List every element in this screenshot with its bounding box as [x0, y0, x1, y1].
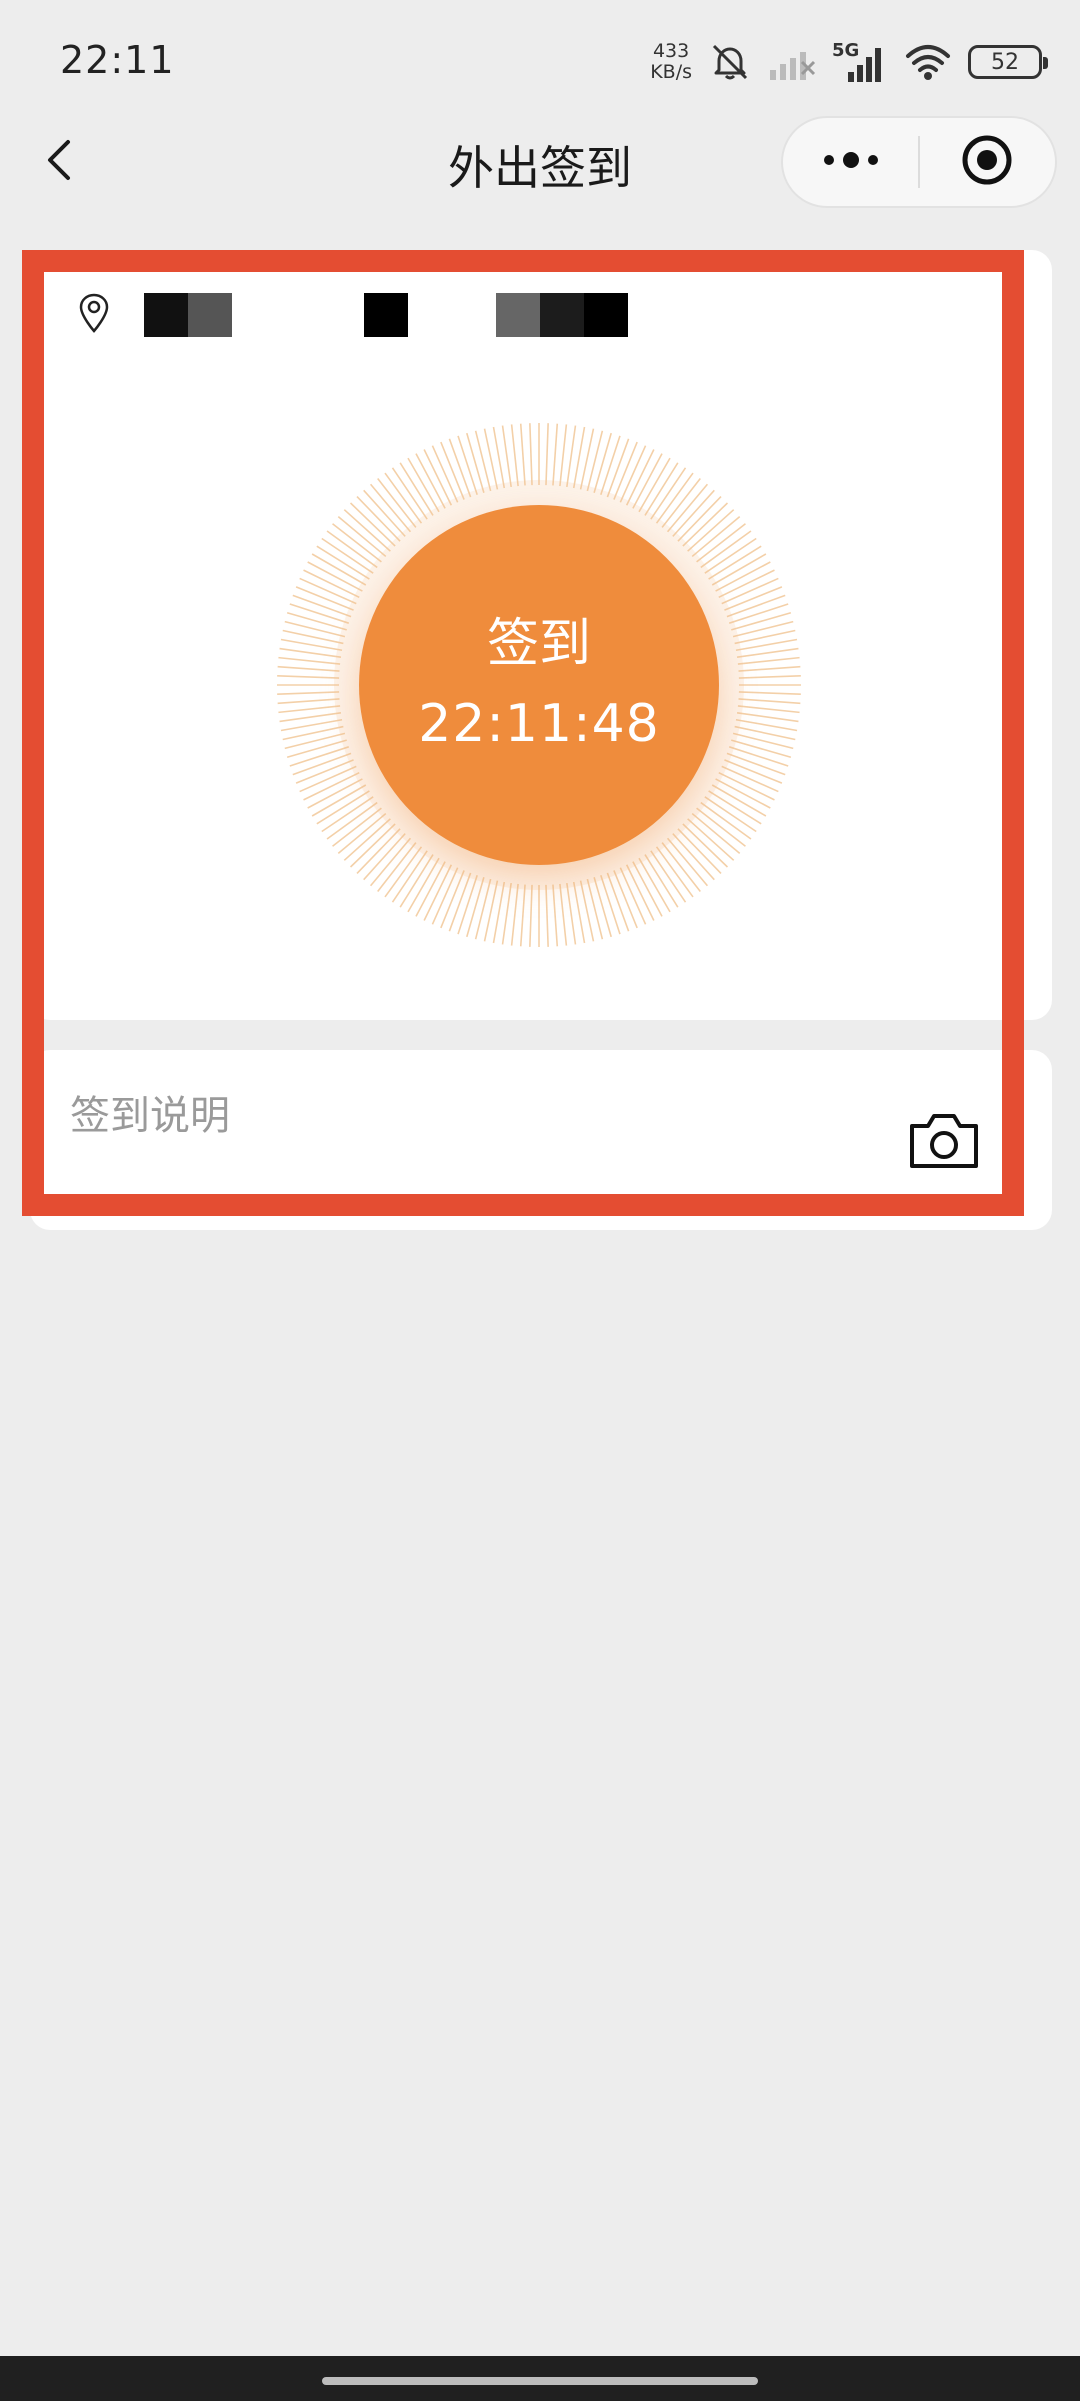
redaction-block: [584, 293, 628, 337]
redaction-block: [188, 293, 232, 337]
mute-bell-icon: [708, 40, 752, 84]
redaction-block: [364, 293, 408, 337]
more-button[interactable]: [783, 118, 918, 206]
battery-icon: 52: [968, 45, 1048, 79]
location-address-redacted: [130, 293, 650, 337]
signin-time: 22:11:48: [418, 694, 660, 754]
nav-bar: 外出签到: [0, 112, 1080, 212]
home-indicator[interactable]: [322, 2377, 758, 2385]
target-circle-icon: [961, 134, 1013, 190]
status-time: 22:11: [60, 38, 175, 82]
signal-5g-icon: 5G: [832, 40, 888, 84]
camera-icon: [908, 1114, 980, 1176]
screen: 22:11 433 KB/s 5G 52 外出签到 签到 22:11:48 签到…: [0, 0, 1080, 2401]
signin-label: 签到: [486, 614, 591, 674]
network-speed: 433 KB/s: [650, 41, 692, 83]
redaction-block: [540, 293, 584, 337]
status-bar: 22:11 433 KB/s 5G 52: [0, 0, 1080, 120]
wifi-icon: [904, 42, 952, 82]
close-mini-program-button[interactable]: [920, 118, 1055, 206]
network-speed-unit: KB/s: [650, 61, 692, 83]
battery-level: 52: [991, 49, 1019, 75]
system-gesture-bar: [0, 2356, 1080, 2401]
remark-input[interactable]: [70, 1086, 870, 1146]
location-row[interactable]: [78, 290, 650, 340]
status-icons: 433 KB/s 5G 52: [650, 36, 1048, 88]
more-dots-icon: [821, 150, 881, 174]
network-label: 5G: [832, 40, 860, 61]
mini-program-capsule: [781, 116, 1057, 208]
camera-button[interactable]: [908, 1108, 980, 1172]
redaction-block: [144, 293, 188, 337]
redaction-block: [496, 293, 540, 337]
network-speed-value: 433: [652, 40, 690, 62]
signin-ring: 签到 22:11:48: [272, 418, 806, 952]
location-pin-icon: [78, 292, 110, 338]
signin-button[interactable]: 签到 22:11:48: [359, 505, 719, 865]
signal-weak-icon: [768, 42, 816, 82]
